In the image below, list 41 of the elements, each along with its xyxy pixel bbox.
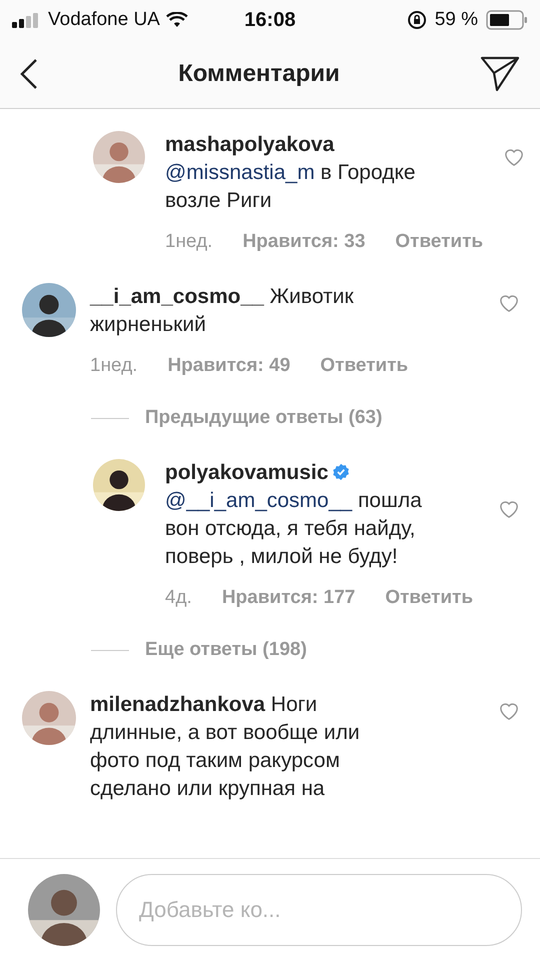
reply-button[interactable]: Ответить — [320, 355, 408, 377]
reply-button[interactable]: Ответить — [395, 231, 484, 253]
battery-percent: 59 % — [434, 9, 478, 31]
load-replies-button[interactable]: Еще ответы (198) — [145, 639, 307, 661]
username-link[interactable]: polyakovamusic — [165, 461, 328, 484]
username-link[interactable]: milenadzhankova — [90, 693, 266, 716]
back-chevron-icon — [20, 59, 38, 89]
paper-plane-icon — [480, 56, 520, 92]
comment-text: mashapolyakova @missnastia_m в Городке возле Риги — [165, 132, 416, 214]
comment-age: 1нед. — [90, 355, 138, 377]
heart-icon — [503, 147, 526, 167]
wifi-icon — [166, 12, 188, 28]
load-replies-button[interactable]: Предыдущие ответы (63) — [145, 407, 382, 429]
comment-input[interactable]: Добавьте ко... — [116, 874, 522, 946]
share-button[interactable] — [480, 56, 520, 92]
likes-button[interactable]: Нравится: 33 — [242, 231, 366, 253]
like-button[interactable] — [498, 293, 520, 313]
username-link[interactable]: __i_am_cosmo__ — [90, 285, 264, 308]
like-button[interactable] — [498, 701, 520, 721]
comment-text: milenadzhankova Ноги длинные, а вот вообще или фото под таким ракурсом сделано или крупная на — [90, 692, 361, 802]
comment-text: polyakovamusic @__i_am_cosmo__ пошла вон отсюда, я тебя найду, поверь , милой не буду! — [165, 460, 423, 570]
comment-age: 1нед. — [165, 231, 213, 253]
carrier-name: Vodafone UA — [48, 9, 160, 31]
like-button[interactable] — [498, 499, 520, 519]
mention-link[interactable]: @missnastia_m — [165, 161, 315, 184]
username-link[interactable]: mashapolyakova — [165, 133, 334, 156]
heart-icon — [498, 293, 520, 313]
reply-button[interactable]: Ответить — [385, 587, 474, 609]
likes-button[interactable]: Нравится: 49 — [168, 355, 290, 377]
clock: 16:08 — [244, 8, 296, 32]
comment-age: 4д. — [165, 587, 192, 609]
likes-button[interactable]: Нравится: 177 — [222, 587, 356, 609]
comment-text: __i_am_cosmo__ Животик жирненький — [90, 284, 355, 338]
heart-icon — [498, 701, 520, 721]
back-button[interactable] — [20, 59, 38, 89]
page-title: Комментарии — [178, 60, 340, 88]
heart-icon — [498, 499, 520, 519]
battery-icon — [486, 10, 528, 30]
rotation-lock-icon — [406, 10, 427, 30]
like-button[interactable] — [503, 147, 526, 167]
mention-link[interactable]: @__i_am_cosmo__ — [165, 489, 352, 512]
